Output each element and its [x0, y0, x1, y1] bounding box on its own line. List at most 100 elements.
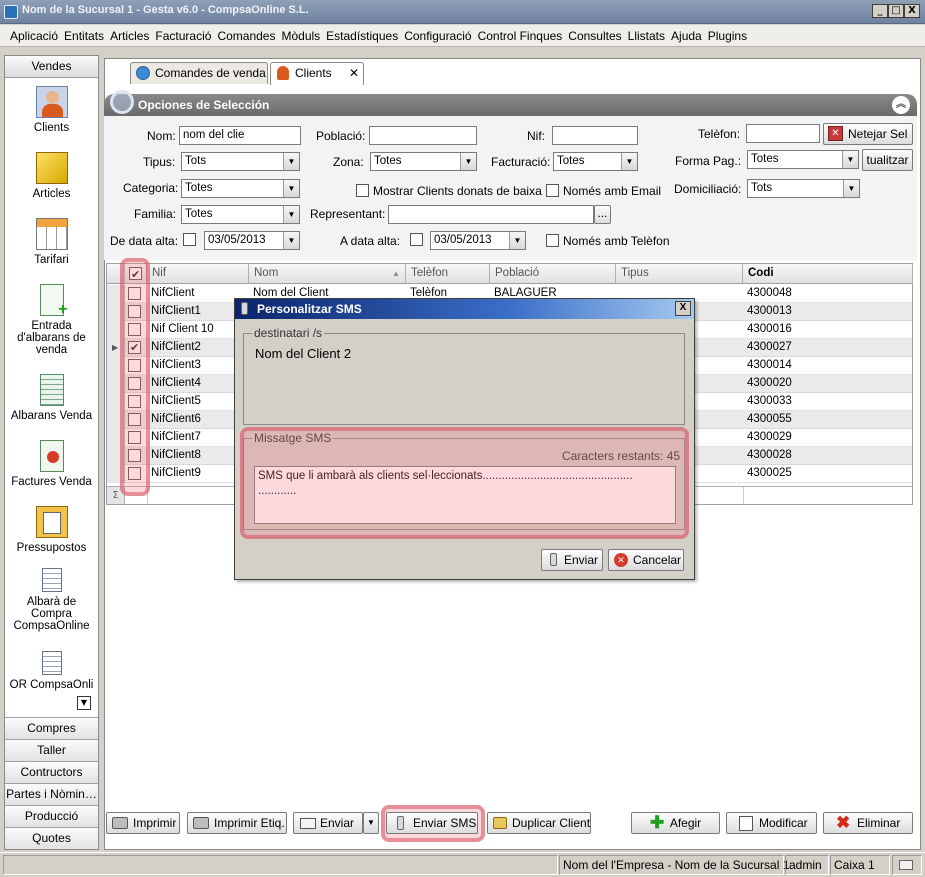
close-tab-icon[interactable]: ✕: [349, 63, 359, 83]
dialog-close-button[interactable]: X: [675, 301, 691, 316]
enviar-button[interactable]: Enviar: [293, 812, 363, 834]
row-checkbox[interactable]: [128, 359, 141, 372]
minimize-button[interactable]: _: [872, 4, 888, 18]
menu-aplicacio[interactable]: Aplicació: [10, 29, 58, 43]
dialog-send-button[interactable]: Enviar: [541, 549, 603, 571]
status-message-icon[interactable]: [892, 855, 922, 875]
row-checkbox[interactable]: [128, 467, 141, 480]
tab-comandes-venda[interactable]: Comandes de venda: [130, 62, 268, 84]
select-all-checkbox[interactable]: [129, 266, 142, 285]
row-checkbox[interactable]: [128, 449, 141, 462]
mostrar-baixa-checkbox[interactable]: [356, 184, 369, 197]
domiciliacio-select[interactable]: Tots ▼: [747, 179, 860, 198]
nav-group-taller[interactable]: Taller: [5, 739, 98, 761]
nav-item-pressupostos[interactable]: Pressupostos: [5, 506, 98, 554]
nav-item-clients[interactable]: Clients: [5, 86, 98, 134]
menu-estadistiques[interactable]: Estadístiques: [326, 29, 398, 43]
row-checkbox[interactable]: [128, 340, 141, 357]
scroll-down-icon[interactable]: ▼: [77, 696, 91, 710]
row-checkbox[interactable]: [128, 395, 141, 408]
actualitzar-button[interactable]: tualitzar: [862, 149, 913, 171]
menu-articles[interactable]: Articles: [110, 29, 149, 43]
nav-group-produccio[interactable]: Producció: [5, 805, 98, 827]
row-checkbox[interactable]: [128, 431, 141, 444]
nav-group-quotes[interactable]: Quotes: [5, 827, 98, 849]
nif-input[interactable]: [552, 126, 638, 145]
button-label: Netejar Sel: [848, 127, 908, 141]
menu-ajuda[interactable]: Ajuda: [671, 29, 702, 43]
de-data-alta-picker[interactable]: 03/05/2013 ▼: [204, 231, 300, 250]
de-data-alta-checkbox[interactable]: [183, 233, 196, 246]
close-button[interactable]: X: [904, 4, 920, 18]
nomes-email-checkbox[interactable]: [546, 184, 559, 197]
nav-item-entrada-albarans[interactable]: + Entrada d'albarans de venda: [5, 284, 98, 356]
representant-input[interactable]: [388, 205, 594, 224]
categoria-select[interactable]: Totes ▼: [181, 179, 300, 198]
menu-facturacio[interactable]: Facturació: [155, 29, 211, 43]
row-checkbox[interactable]: [128, 413, 141, 426]
afegir-button[interactable]: ✚ Afegir: [631, 812, 720, 834]
col-header-nom[interactable]: Nom ▲: [249, 264, 406, 284]
sort-asc-icon: ▲: [392, 269, 400, 278]
menu-llistats[interactable]: Llistats: [628, 29, 665, 43]
menu-moduls[interactable]: Mòduls: [281, 29, 320, 43]
grid-indicator-header: [107, 264, 125, 284]
menu-comandes[interactable]: Comandes: [217, 29, 275, 43]
enviar-sms-button[interactable]: Enviar SMS: [386, 812, 478, 834]
nav-item-albara-compra[interactable]: Albarà de Compra CompsaOnline: [5, 568, 98, 632]
tab-clients[interactable]: Clients ✕: [270, 62, 364, 85]
nom-input[interactable]: nom del clie: [179, 126, 301, 145]
col-header-tipus[interactable]: Tipus: [616, 264, 743, 284]
row-checkbox[interactable]: [128, 305, 141, 318]
representant-browse-button[interactable]: ...: [594, 205, 611, 224]
col-header-poblacio[interactable]: Població: [490, 264, 616, 284]
nav-item-or-compsaonline[interactable]: OR CompsaOnli: [5, 651, 98, 691]
eliminar-button[interactable]: ✖ Eliminar: [823, 812, 913, 834]
row-checkbox[interactable]: [128, 323, 141, 336]
enviar-dropdown-button[interactable]: ▼: [363, 812, 379, 834]
zona-select[interactable]: Totes ▼: [370, 152, 477, 171]
col-header-codi[interactable]: Codi: [743, 264, 913, 284]
menu-entitats[interactable]: Entitats: [64, 29, 104, 43]
modificar-button[interactable]: Modificar: [726, 812, 817, 834]
nav-item-factures-venda[interactable]: Factures Venda: [5, 440, 98, 488]
button-label: Imprimir Etiq.: [214, 816, 285, 830]
menu-control-finques[interactable]: Control Finques: [478, 29, 563, 43]
nav-group-partes[interactable]: Partes i Nòmin…: [5, 783, 98, 805]
a-data-alta-checkbox[interactable]: [410, 233, 423, 246]
row-checkbox[interactable]: [128, 377, 141, 390]
nav-group-compres[interactable]: Compres: [5, 717, 98, 739]
poblacio-input[interactable]: [369, 126, 477, 145]
nav-header-vendes[interactable]: Vendes: [5, 56, 98, 78]
dialog-cancel-button[interactable]: ✕ Cancelar: [608, 549, 684, 571]
familia-select[interactable]: Totes ▼: [181, 205, 300, 224]
col-header-nif[interactable]: Nif: [147, 264, 249, 284]
menu-configuracio[interactable]: Configuració: [404, 29, 471, 43]
tipus-select[interactable]: Tots ▼: [181, 152, 300, 171]
select-all-header[interactable]: [125, 264, 147, 285]
col-header-telefon[interactable]: Telèfon: [406, 264, 490, 284]
mostrar-baixa-label: Mostrar Clients donats de baixa: [373, 184, 542, 198]
forma-pag-select[interactable]: Totes ▼: [747, 150, 859, 169]
printer-icon: [112, 817, 128, 829]
message-textarea[interactable]: SMS que li ambarà als clients sel·leccio…: [254, 466, 676, 524]
menu-consultes[interactable]: Consultes: [568, 29, 621, 43]
imprimir-etiq-button[interactable]: Imprimir Etiq.: [187, 812, 287, 834]
menu-plugins[interactable]: Plugins: [708, 29, 747, 43]
collapse-icon[interactable]: ︽: [892, 96, 910, 114]
nav-item-articles[interactable]: Articles: [5, 152, 98, 200]
maximize-button[interactable]: □: [888, 4, 904, 18]
facturacio-select[interactable]: Totes ▼: [553, 152, 638, 171]
nav-item-tarifari[interactable]: Tarifari: [5, 218, 98, 266]
netejar-sel-button[interactable]: ✕ Netejar Sel: [823, 123, 913, 145]
duplicar-client-button[interactable]: Duplicar Client: [487, 812, 591, 834]
imprimir-button[interactable]: Imprimir: [106, 812, 180, 834]
a-data-alta-picker[interactable]: 03/05/2013 ▼: [430, 231, 526, 250]
telefon-input[interactable]: [746, 124, 820, 143]
nav-group-contructors[interactable]: Contructors: [5, 761, 98, 783]
clear-icon: ✕: [828, 126, 843, 141]
row-checkbox[interactable]: [128, 287, 141, 300]
nomes-telefon-checkbox[interactable]: [546, 234, 559, 247]
nav-item-albarans-venda[interactable]: Albarans Venda: [5, 374, 98, 422]
status-user: admin: [785, 855, 829, 875]
